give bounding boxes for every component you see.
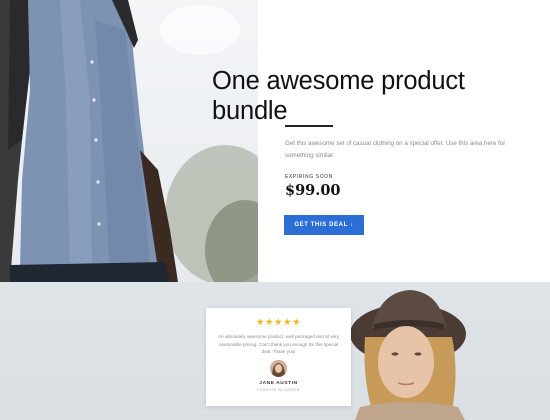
reviewer-name: JANE AUSTIN: [259, 381, 298, 386]
testimonial-card: ★★★★★ An absolutely awesome product, wel…: [206, 308, 351, 406]
man-in-denim-shirt-image: [0, 0, 258, 282]
hero-description: Get this awesome set of casual clothing …: [285, 140, 506, 159]
hero-title: One awesome product bundle: [212, 67, 465, 125]
woman-in-hat-image: [350, 290, 466, 420]
hero-section: One awesome product bundle Get this awes…: [0, 0, 550, 282]
price: $99.00: [285, 182, 341, 199]
rating-stars: ★★★★★: [255, 317, 302, 328]
expiring-label: EXPIRING SOON: [285, 174, 333, 180]
review-text: An absolutely awesome product, well pack…: [218, 334, 339, 354]
avatar: [270, 360, 287, 377]
hero-product-photo: [0, 0, 258, 282]
title-divider: [285, 125, 333, 127]
hero-content: One awesome product bundle Get this awes…: [212, 66, 532, 235]
get-deal-button[interactable]: GET THIS DEAL ↓: [284, 215, 364, 235]
reviewer-avatar-icon: [270, 360, 287, 377]
testimonial-section: ★★★★★ An absolutely awesome product, wel…: [0, 282, 550, 420]
reviewer-role: FASHION BLOGGER: [257, 388, 300, 392]
